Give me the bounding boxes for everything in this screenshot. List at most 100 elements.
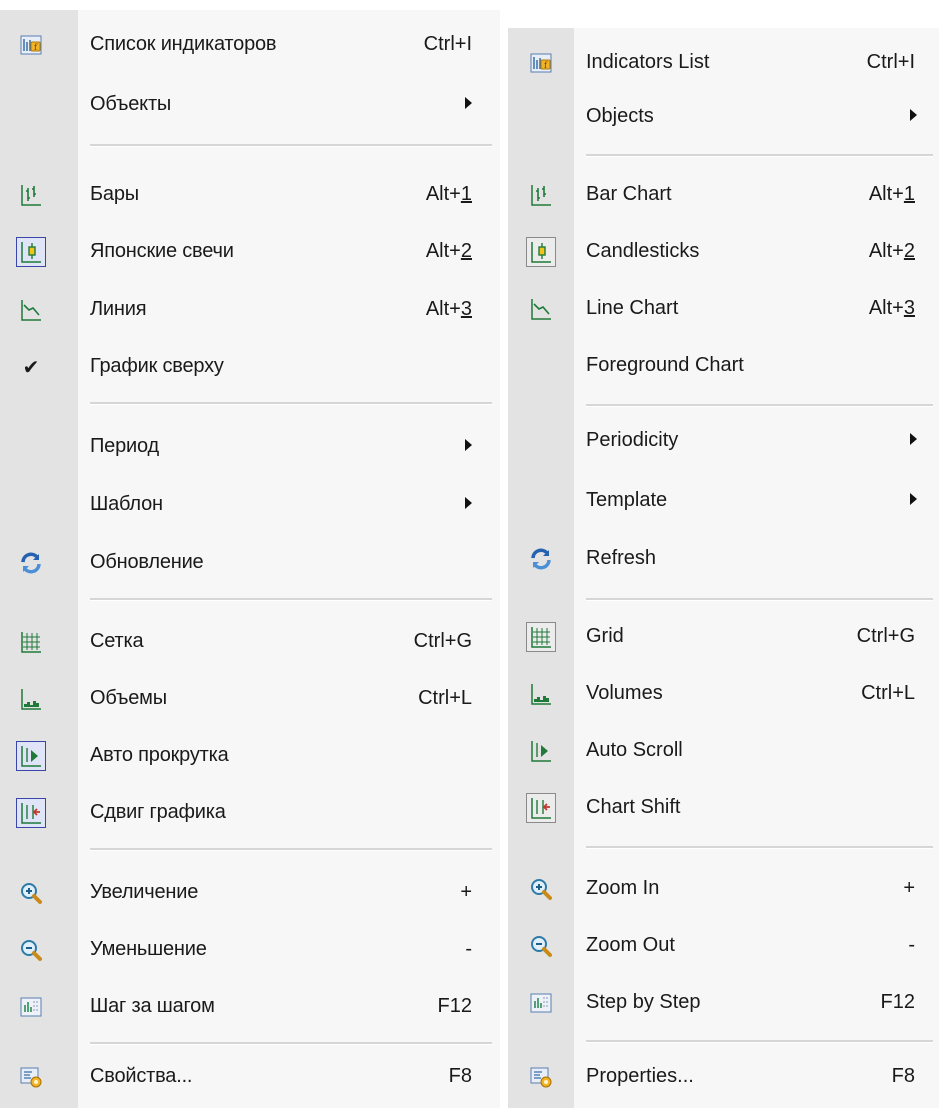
menu-item-shortcut: Ctrl+G (856, 625, 915, 647)
menu-item-refresh[interactable]: Обновление (0, 538, 500, 588)
menu-item-indicators-list[interactable]: Список индикаторов Ctrl+I (0, 20, 500, 70)
submenu-arrow-icon (910, 493, 917, 505)
zoom-out-icon (526, 931, 556, 961)
auto-scroll-icon (526, 736, 556, 766)
menu-item-zoom-in[interactable]: Увеличение + (0, 868, 500, 918)
menu-item-label: Zoom Out (586, 934, 675, 956)
menu-separator (90, 144, 492, 147)
menu-item-grid[interactable]: Grid Ctrl+G (508, 612, 939, 662)
menu-item-label: Японские свечи (90, 240, 234, 262)
menu-item-label: Zoom In (586, 877, 660, 899)
menu-item-label: Авто прокрутка (90, 744, 229, 766)
menu-item-objects[interactable]: Objects (508, 92, 939, 142)
context-menu-english: Indicators List Ctrl+I Objects Bar Chart… (508, 28, 939, 1108)
menu-item-shortcut: Ctrl+L (418, 687, 472, 709)
menu-item-label: Grid (586, 625, 624, 647)
menu-item-template[interactable]: Шаблон (0, 480, 500, 530)
menu-item-template[interactable]: Template (508, 476, 939, 526)
submenu-arrow-icon (910, 433, 917, 445)
menu-item-label: График сверху (90, 355, 224, 377)
menu-item-shortcut: Ctrl+L (861, 682, 915, 704)
menu-item-shortcut: Alt+2 (868, 240, 915, 262)
menu-item-refresh[interactable]: Refresh (508, 534, 939, 584)
step-by-step-icon (526, 988, 556, 1018)
menu-item-shortcut: + (903, 877, 915, 899)
menu-separator (586, 154, 933, 157)
menu-item-line-chart[interactable]: Линия Alt+3 (0, 285, 500, 335)
line-chart-icon (526, 294, 556, 324)
menu-item-label: Refresh (586, 547, 657, 569)
menu-item-shortcut: Alt+3 (868, 297, 915, 319)
menu-item-label: Chart Shift (586, 796, 681, 818)
menu-item-candlesticks[interactable]: Японские свечи Alt+2 (0, 227, 500, 277)
properties-icon (16, 1062, 46, 1092)
menu-item-shortcut: Alt+1 (425, 183, 472, 205)
menu-item-bar-chart[interactable]: Bar Chart Alt+1 (508, 170, 939, 220)
menu-item-shortcut: F8 (448, 1065, 472, 1087)
menu-item-label: Шаблон (90, 493, 163, 515)
menu-item-properties[interactable]: Properties... F8 (508, 1052, 939, 1102)
volumes-icon (16, 684, 46, 714)
menu-item-periodicity[interactable]: Periodicity (508, 416, 939, 466)
bar-chart-icon (526, 180, 556, 210)
menu-item-volumes[interactable]: Volumes Ctrl+L (508, 669, 939, 719)
menu-item-zoom-out[interactable]: Уменьшение - (0, 925, 500, 975)
menu-item-indicators-list[interactable]: Indicators List Ctrl+I (508, 38, 939, 88)
submenu-arrow-icon (465, 439, 472, 451)
submenu-arrow-icon (465, 97, 472, 109)
menu-item-zoom-in[interactable]: Zoom In + (508, 864, 939, 914)
menu-item-zoom-out[interactable]: Zoom Out - (508, 921, 939, 971)
chart-shift-icon (526, 793, 556, 823)
refresh-icon (526, 544, 556, 574)
bar-chart-icon (16, 180, 46, 210)
menu-item-label: Список индикаторов (90, 33, 277, 55)
context-menu-russian: Список индикаторов Ctrl+I Объекты Бары A… (0, 10, 500, 1108)
zoom-out-icon (16, 935, 46, 965)
menu-item-chart-shift[interactable]: Chart Shift (508, 783, 939, 833)
menu-item-shortcut: + (460, 881, 472, 903)
menu-item-step-by-step[interactable]: Step by Step F12 (508, 978, 939, 1028)
grid-icon (526, 622, 556, 652)
menu-item-volumes[interactable]: Объемы Ctrl+L (0, 674, 500, 724)
refresh-icon (16, 548, 46, 578)
properties-icon (526, 1062, 556, 1092)
menu-item-objects[interactable]: Объекты (0, 80, 500, 130)
menu-item-foreground-chart[interactable]: Foreground Chart (508, 341, 939, 391)
menu-item-label: Обновление (90, 551, 204, 573)
menu-item-label: Periodicity (586, 429, 679, 451)
menu-item-properties[interactable]: Свойства... F8 (0, 1052, 500, 1102)
menu-item-line-chart[interactable]: Line Chart Alt+3 (508, 284, 939, 334)
menu-item-shortcut: Alt+3 (425, 298, 472, 320)
menu-item-auto-scroll[interactable]: Auto Scroll (508, 726, 939, 776)
menu-item-label: Auto Scroll (586, 739, 683, 761)
menu-item-grid[interactable]: Сетка Ctrl+G (0, 617, 500, 667)
menu-item-auto-scroll[interactable]: Авто прокрутка (0, 731, 500, 781)
menu-item-label: Увеличение (90, 881, 199, 903)
menu-item-shortcut: Ctrl+I (423, 33, 472, 55)
menu-item-label: Step by Step (586, 991, 701, 1013)
menu-item-shortcut: Ctrl+I (866, 51, 915, 73)
menu-item-foreground-chart[interactable]: ✔ График сверху (0, 342, 500, 392)
submenu-arrow-icon (910, 109, 917, 121)
menu-item-bar-chart[interactable]: Бары Alt+1 (0, 170, 500, 220)
menu-item-shortcut: F12 (437, 995, 472, 1017)
menu-item-step-by-step[interactable]: Шаг за шагом F12 (0, 982, 500, 1032)
candlesticks-icon (526, 237, 556, 267)
menu-separator (586, 1040, 933, 1043)
menu-separator (586, 846, 933, 849)
menu-item-label: Линия (90, 298, 147, 320)
menu-item-label: Шаг за шагом (90, 995, 215, 1017)
menu-item-shortcut: Alt+2 (425, 240, 472, 262)
menu-item-label: Volumes (586, 682, 663, 704)
menu-item-periodicity[interactable]: Период (0, 422, 500, 472)
zoom-in-icon (16, 878, 46, 908)
menu-item-chart-shift[interactable]: Сдвиг графика (0, 788, 500, 838)
menu-item-label: Candlesticks (586, 240, 700, 262)
menu-separator (90, 848, 492, 851)
indicators-list-icon (526, 48, 556, 78)
zoom-in-icon (526, 874, 556, 904)
menu-item-candlesticks[interactable]: Candlesticks Alt+2 (508, 227, 939, 277)
menu-item-label: Indicators List (586, 51, 710, 73)
menu-item-label: Objects (586, 105, 654, 127)
menu-separator (586, 598, 933, 601)
